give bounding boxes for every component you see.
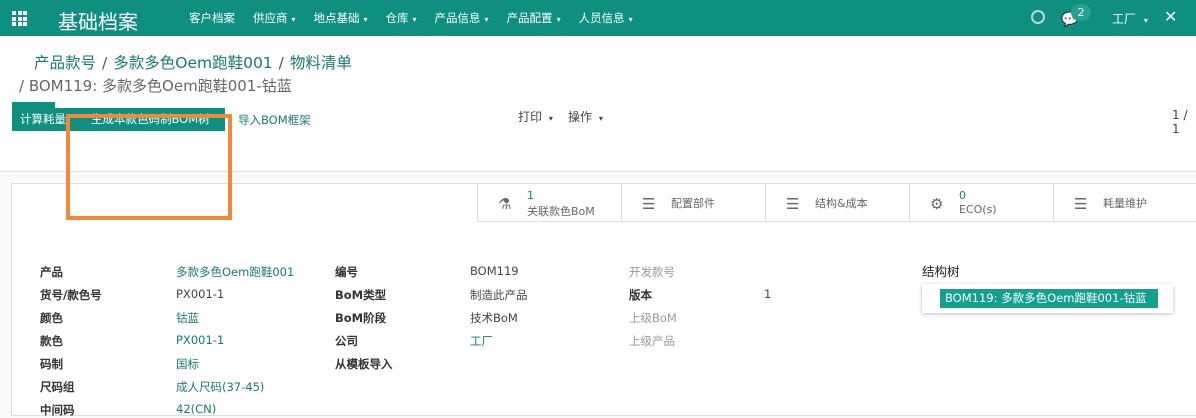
- breadcrumb-item-product-code[interactable]: 产品款号: [34, 54, 96, 72]
- chevron-down-icon: ▾: [363, 15, 368, 24]
- field-value: 1: [764, 287, 772, 301]
- print-label: 打印: [518, 110, 543, 124]
- chevron-down-icon: ▾: [548, 114, 553, 123]
- field-label: 版本: [629, 288, 652, 302]
- control-panel: 产品款号 / 多款多色Oem跑鞋001 / 物料清单 / BOM119: 多款多色Oem…: [0, 36, 1196, 172]
- field-label: 产品: [40, 265, 63, 279]
- menu-item-label: 仓库: [385, 11, 409, 25]
- menu-item-label: 客户档案: [189, 11, 235, 25]
- field-value: 技术BoM: [470, 311, 518, 325]
- close-icon[interactable]: ✕: [1164, 7, 1177, 26]
- breadcrumb-separator: /: [102, 54, 108, 72]
- gears-icon: ⚙: [930, 195, 944, 213]
- smart-button-label: 耗量维护: [1103, 197, 1147, 210]
- apps-grid-icon[interactable]: [12, 11, 27, 26]
- menu-item-label: 产品配置: [506, 11, 553, 25]
- breadcrumb-item-bom-list[interactable]: 物料清单: [290, 54, 352, 72]
- flask-icon: ⚗: [498, 195, 512, 213]
- field-value: 制造此产品: [470, 288, 528, 302]
- smart-button-label: 关联款色BoM: [527, 205, 595, 218]
- menu-item[interactable]: 人员信息 ▾: [579, 10, 633, 26]
- menu-item[interactable]: 地点基础 ▾: [314, 10, 368, 26]
- menu-item-label: 地点基础: [313, 11, 360, 25]
- smart-button-label: ECO(s): [959, 203, 997, 216]
- smart-button[interactable]: ☰ 配置部件: [621, 184, 765, 221]
- field-label: 颜色: [40, 311, 63, 325]
- smart-button-box: ⚗ 1 关联款色BoM ☰ 配置部件 ☰ 结构&成本 ⚙ 0 ECO(s) ☰ 耗量维护: [477, 184, 1196, 222]
- field-label: 上级产品: [629, 334, 675, 348]
- list-icon: ☰: [1074, 195, 1088, 213]
- structure-tree-title: 结构树: [922, 264, 960, 279]
- field-label: 款色: [40, 334, 63, 348]
- user-name: 工厂: [1112, 12, 1137, 26]
- chevron-down-icon: ▾: [484, 15, 489, 24]
- activity-clock-icon[interactable]: [1031, 10, 1045, 24]
- pager: 1 / 1: [1172, 108, 1188, 136]
- menu-item-label: 人员信息: [578, 11, 625, 25]
- import-bom-frame-button[interactable]: 导入BOM框架: [238, 112, 311, 128]
- field-value: PX001-1: [176, 287, 225, 301]
- chevron-down-icon: ▾: [1143, 16, 1148, 25]
- field-value[interactable]: 工厂: [470, 333, 493, 349]
- field-label: BoM类型: [335, 288, 387, 302]
- breadcrumb: 产品款号 / 多款多色Oem跑鞋001 / 物料清单: [34, 51, 352, 73]
- app-title: 基础档案: [58, 10, 138, 34]
- menu-item-label: 供应商: [253, 11, 288, 25]
- field-value: BOM119: [470, 264, 519, 278]
- action-label: 操作: [568, 110, 593, 124]
- breadcrumb-separator: /: [278, 54, 284, 72]
- list-icon: ☰: [642, 195, 656, 213]
- field-label: 公司: [335, 334, 358, 348]
- smart-button[interactable]: ☰ 耗量维护: [1053, 184, 1196, 221]
- smart-button[interactable]: ⚙ 0 ECO(s): [909, 184, 1053, 221]
- user-menu[interactable]: 工厂 ▾: [1112, 10, 1148, 27]
- chevron-down-icon: ▾: [556, 15, 561, 24]
- smart-button[interactable]: ☰ 结构&成本: [765, 184, 909, 221]
- chevron-down-icon: ▾: [412, 15, 417, 24]
- smart-button-count: 0: [959, 189, 966, 202]
- tree-node-bom[interactable]: BOM119: 多款多色Oem跑鞋001-钴蓝: [940, 289, 1158, 308]
- smart-button-label: 配置部件: [671, 197, 715, 210]
- menu-item[interactable]: 仓库 ▾: [386, 10, 417, 26]
- smart-button-count: 1: [527, 189, 534, 202]
- menu-item[interactable]: 客户档案: [189, 10, 235, 26]
- calc-consumption-button[interactable]: 计算耗量: [12, 108, 83, 131]
- field-label: 上级BoM: [629, 311, 677, 325]
- field-label: 货号/款色号: [40, 288, 102, 302]
- field-label: 从模板导入: [335, 357, 393, 371]
- field-label: 编号: [335, 265, 358, 279]
- list-icon: ☰: [786, 195, 800, 213]
- menu-item[interactable]: 产品配置 ▾: [507, 10, 561, 26]
- field-value[interactable]: 成人尺码(37-45): [176, 379, 264, 395]
- breadcrumb-current: / BOM119: 多款多色Oem跑鞋001-钴蓝: [19, 77, 292, 95]
- menu-item[interactable]: 产品信息 ▾: [435, 10, 489, 26]
- field-value[interactable]: PX001-1: [176, 333, 224, 347]
- menu-item[interactable]: 供应商 ▾: [253, 10, 296, 26]
- field-label: 开发款号: [629, 265, 675, 279]
- chevron-down-icon: ▾: [291, 15, 296, 24]
- smart-button-label: 结构&成本: [815, 197, 868, 210]
- generate-bom-tree-button[interactable]: 生成本款色码制BOM树: [83, 108, 225, 131]
- field-value[interactable]: 国标: [176, 356, 199, 372]
- print-dropdown[interactable]: 打印 ▾: [518, 108, 553, 125]
- breadcrumb-item-product[interactable]: 多款多色Oem跑鞋001: [113, 54, 272, 72]
- field-label: BoM阶段: [335, 311, 387, 325]
- field-label: 码制: [40, 357, 63, 371]
- smart-button[interactable]: ⚗ 1 关联款色BoM: [477, 184, 621, 221]
- chevron-down-icon: ▾: [598, 114, 603, 123]
- field-label: 尺码组: [40, 380, 75, 394]
- top-navbar: 基础档案 客户档案 供应商 ▾ 地点基础 ▾ 仓库 ▾ 产品信息 ▾ 产品配置 ▾ 人员信息 ▾ 💬 2…: [0, 0, 1196, 36]
- field-value[interactable]: 钴蓝: [176, 310, 199, 326]
- chevron-down-icon: ▾: [628, 15, 633, 24]
- action-dropdown[interactable]: 操作 ▾: [568, 108, 603, 125]
- main-menu: 客户档案 供应商 ▾ 地点基础 ▾ 仓库 ▾ 产品信息 ▾ 产品配置 ▾ 人员信息 ▾: [189, 10, 651, 26]
- field-label: 中间码: [40, 403, 75, 417]
- field-value[interactable]: 多款多色Oem跑鞋001: [176, 264, 294, 280]
- menu-item-label: 产品信息: [434, 11, 481, 25]
- structure-tree: BOM119: 多款多色Oem跑鞋001-钴蓝: [922, 284, 1173, 313]
- notification-count-badge: 2: [1071, 4, 1091, 21]
- form-sheet: ⚗ 1 关联款色BoM ☰ 配置部件 ☰ 结构&成本 ⚙ 0 ECO(s) ☰ 耗量维护 产品 多款多色…: [11, 183, 1196, 417]
